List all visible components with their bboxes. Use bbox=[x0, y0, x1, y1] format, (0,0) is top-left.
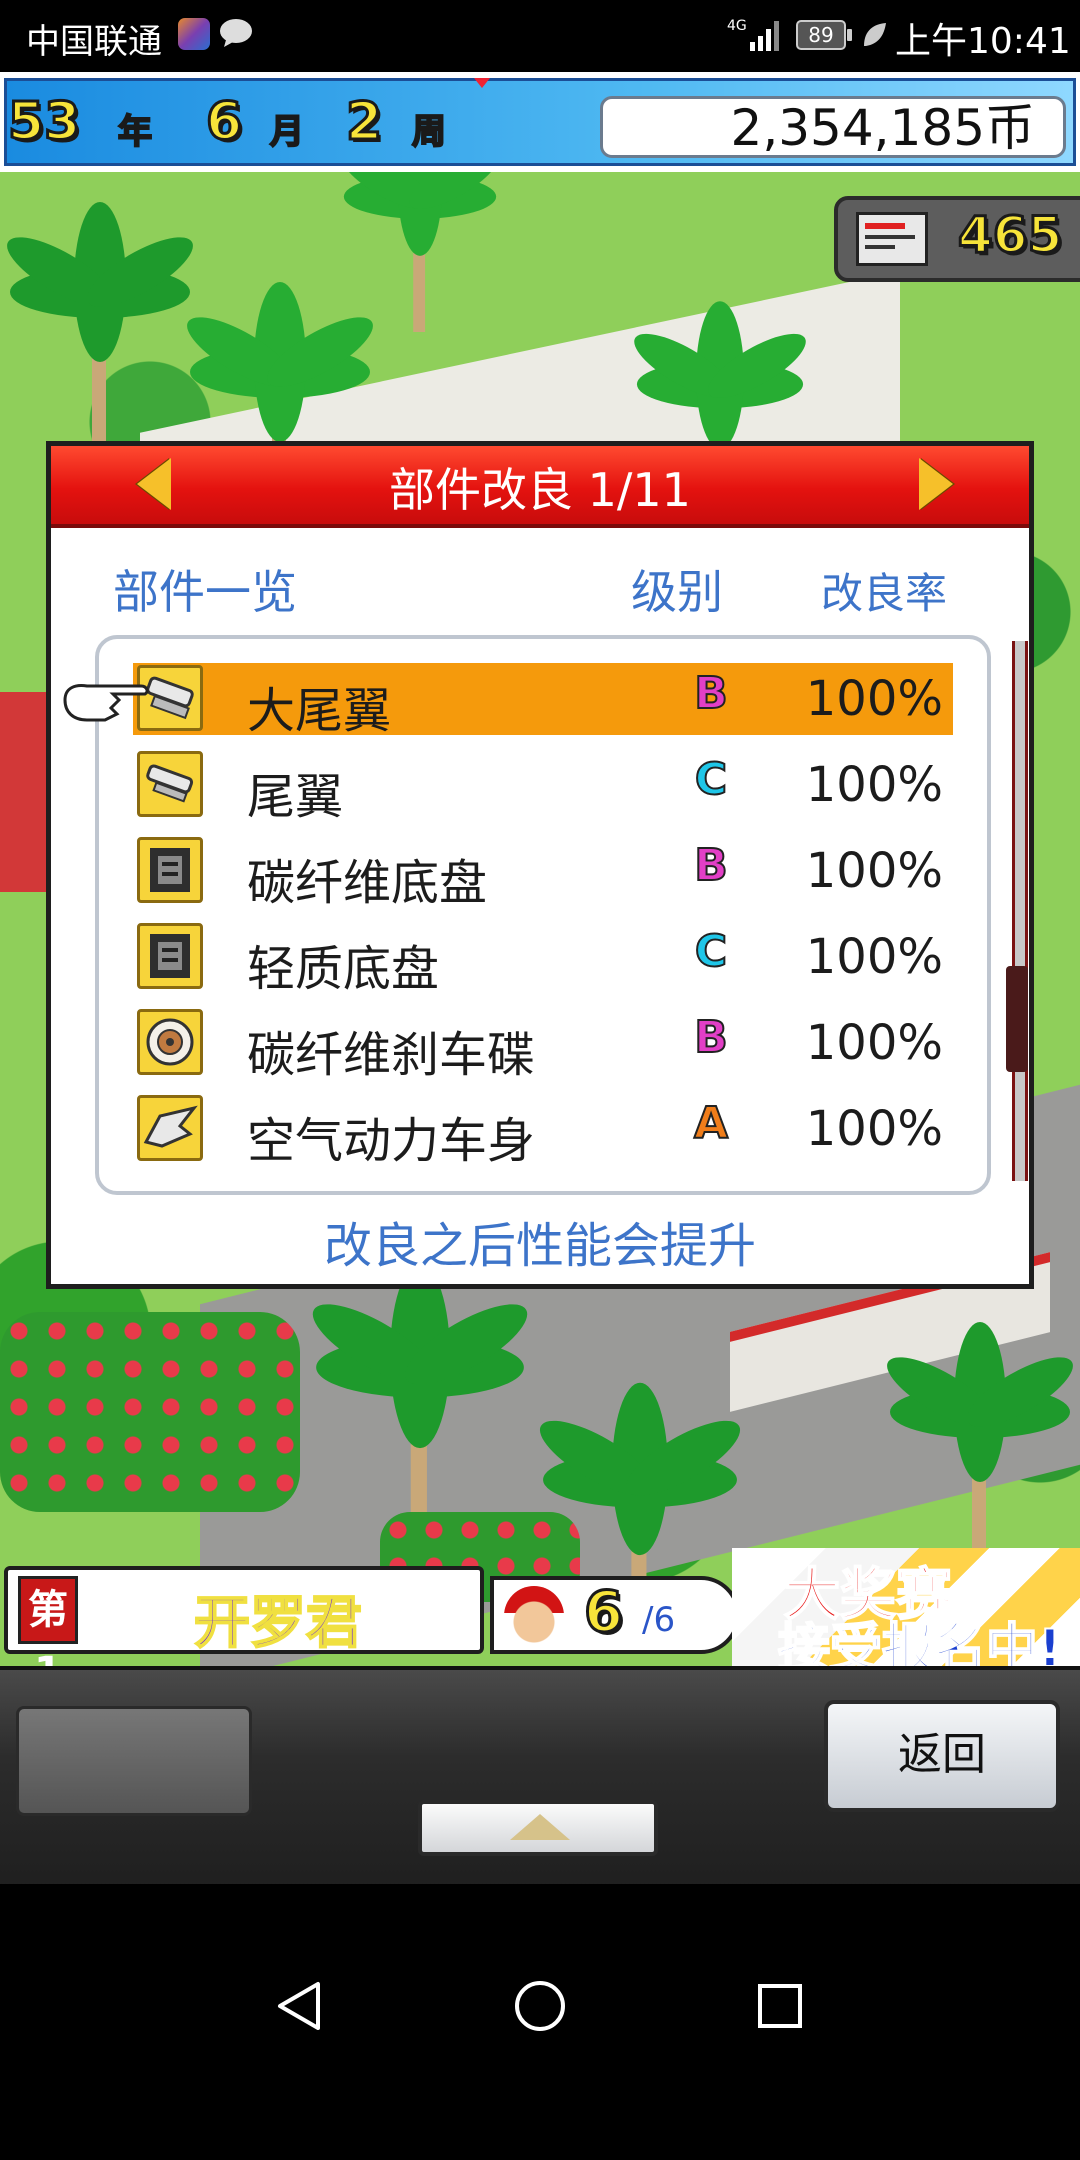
chassis-icon bbox=[137, 837, 203, 903]
part-name: 空气动力车身 bbox=[247, 1113, 536, 1169]
scrollbar-thumb[interactable] bbox=[1006, 966, 1028, 1072]
up-arrow-icon bbox=[510, 1814, 570, 1840]
status-bar: 中国联通 4G 89 上午10:41 bbox=[0, 0, 1080, 72]
dialog-title: 部件改良 1/11 bbox=[389, 463, 691, 517]
battery-tip bbox=[847, 29, 852, 41]
palm-tree-icon bbox=[312, 1263, 528, 1552]
part-grade: B bbox=[693, 1012, 729, 1064]
week-marker bbox=[474, 78, 490, 88]
team-panel[interactable]: 6 /6 bbox=[490, 1576, 740, 1654]
list-item[interactable]: 空气动力车身 A 100% bbox=[133, 1093, 953, 1169]
part-name: 碳纤维底盘 bbox=[247, 855, 488, 911]
week-value: 2 bbox=[344, 91, 383, 154]
year-unit: 年 bbox=[117, 111, 153, 153]
pointing-hand-icon bbox=[63, 684, 149, 722]
month-unit: 月 bbox=[269, 111, 305, 153]
parts-improvement-dialog: 部件改良 1/11 部件一览 级别 改良率 大尾翼 B 100% 尾翼 C 10… bbox=[46, 441, 1034, 1289]
computer-icon bbox=[856, 212, 928, 266]
control-panel: 返回 bbox=[0, 1666, 1080, 1888]
money-display: 2,354,185币 bbox=[600, 96, 1066, 158]
research-points-value: 465 bbox=[956, 205, 1063, 266]
part-name: 轻质底盘 bbox=[247, 941, 440, 997]
carrier-label: 中国联通 bbox=[26, 22, 162, 62]
battery-icon: 89 bbox=[796, 20, 846, 50]
palm-tree-icon bbox=[887, 1322, 1073, 1572]
year-value: 53 bbox=[6, 91, 81, 154]
part-rate: 100% bbox=[805, 757, 943, 813]
aero-body-icon bbox=[137, 1095, 203, 1161]
rank-badge: 第1 bbox=[18, 1576, 78, 1695]
list-item[interactable]: 碳纤维刹车碟 B 100% bbox=[133, 1007, 953, 1083]
part-name: 尾翼 bbox=[247, 769, 344, 825]
driver-name: 开罗君 bbox=[193, 1590, 363, 1657]
team-total: /6 bbox=[642, 1600, 676, 1640]
list-item[interactable]: 轻质底盘 C 100% bbox=[133, 921, 953, 997]
team-count: 6 bbox=[583, 1579, 625, 1647]
week-unit: 周 bbox=[411, 111, 447, 153]
wing-icon bbox=[137, 751, 203, 817]
clock: 上午10:41 bbox=[895, 21, 1071, 62]
part-grade: C bbox=[694, 754, 728, 806]
palm-tree-icon bbox=[7, 202, 193, 452]
driver-avatar-icon bbox=[504, 1586, 564, 1646]
list-item[interactable]: 尾翼 C 100% bbox=[133, 749, 953, 825]
grand-prix-banner[interactable]: 大奖赛 接受报名中! bbox=[732, 1548, 1080, 1680]
parts-list: 大尾翼 B 100% 尾翼 C 100% 碳纤维底盘 B 100% 轻质底盘 C… bbox=[95, 635, 991, 1195]
navigation-bar bbox=[0, 1884, 1080, 2160]
part-rate: 100% bbox=[805, 671, 943, 727]
chassis-icon bbox=[137, 923, 203, 989]
dialog-hint: 改良之后性能会提升 bbox=[323, 1218, 756, 1274]
message-icon bbox=[220, 19, 252, 47]
signal-icon bbox=[750, 21, 779, 51]
part-rate: 100% bbox=[805, 929, 943, 985]
part-name: 碳纤维刹车碟 bbox=[247, 1027, 536, 1083]
dialog-header: 部件改良 1/11 bbox=[51, 446, 1029, 528]
home-nav-icon[interactable] bbox=[512, 1978, 568, 2034]
part-rate: 100% bbox=[805, 843, 943, 899]
part-rate: 100% bbox=[805, 1015, 943, 1071]
leaf-icon bbox=[864, 23, 886, 46]
part-grade: B bbox=[693, 840, 729, 892]
menu-button[interactable] bbox=[16, 1706, 252, 1816]
scrollbar-track[interactable] bbox=[1012, 641, 1028, 1181]
flower-bed bbox=[0, 1312, 300, 1512]
part-rate: 100% bbox=[805, 1101, 943, 1157]
column-level-header: 级别 bbox=[631, 565, 723, 619]
part-grade: C bbox=[694, 926, 728, 978]
recents-nav-icon[interactable] bbox=[752, 1978, 808, 2034]
app-notification-icon bbox=[178, 18, 210, 50]
back-nav-icon[interactable] bbox=[272, 1978, 328, 2034]
list-item-selected[interactable]: 大尾翼 B 100% bbox=[133, 663, 953, 739]
month-value: 6 bbox=[204, 91, 243, 154]
next-page-arrow-icon[interactable] bbox=[919, 458, 953, 510]
research-points-panel[interactable]: 465 bbox=[834, 196, 1080, 282]
column-rate-header: 改良率 bbox=[821, 569, 948, 618]
network-type: 4G bbox=[727, 18, 747, 34]
part-grade: B bbox=[693, 668, 729, 720]
driver-panel[interactable]: 第1 开罗君 bbox=[4, 1566, 484, 1695]
back-button[interactable]: 返回 bbox=[824, 1700, 1060, 1812]
brake-disc-icon bbox=[137, 1009, 203, 1075]
part-grade: A bbox=[693, 1098, 729, 1150]
scroll-up-button[interactable] bbox=[418, 1800, 658, 1856]
part-name: 大尾翼 bbox=[247, 683, 392, 739]
list-item[interactable]: 碳纤维底盘 B 100% bbox=[133, 835, 953, 911]
column-parts-header: 部件一览 bbox=[113, 565, 297, 619]
